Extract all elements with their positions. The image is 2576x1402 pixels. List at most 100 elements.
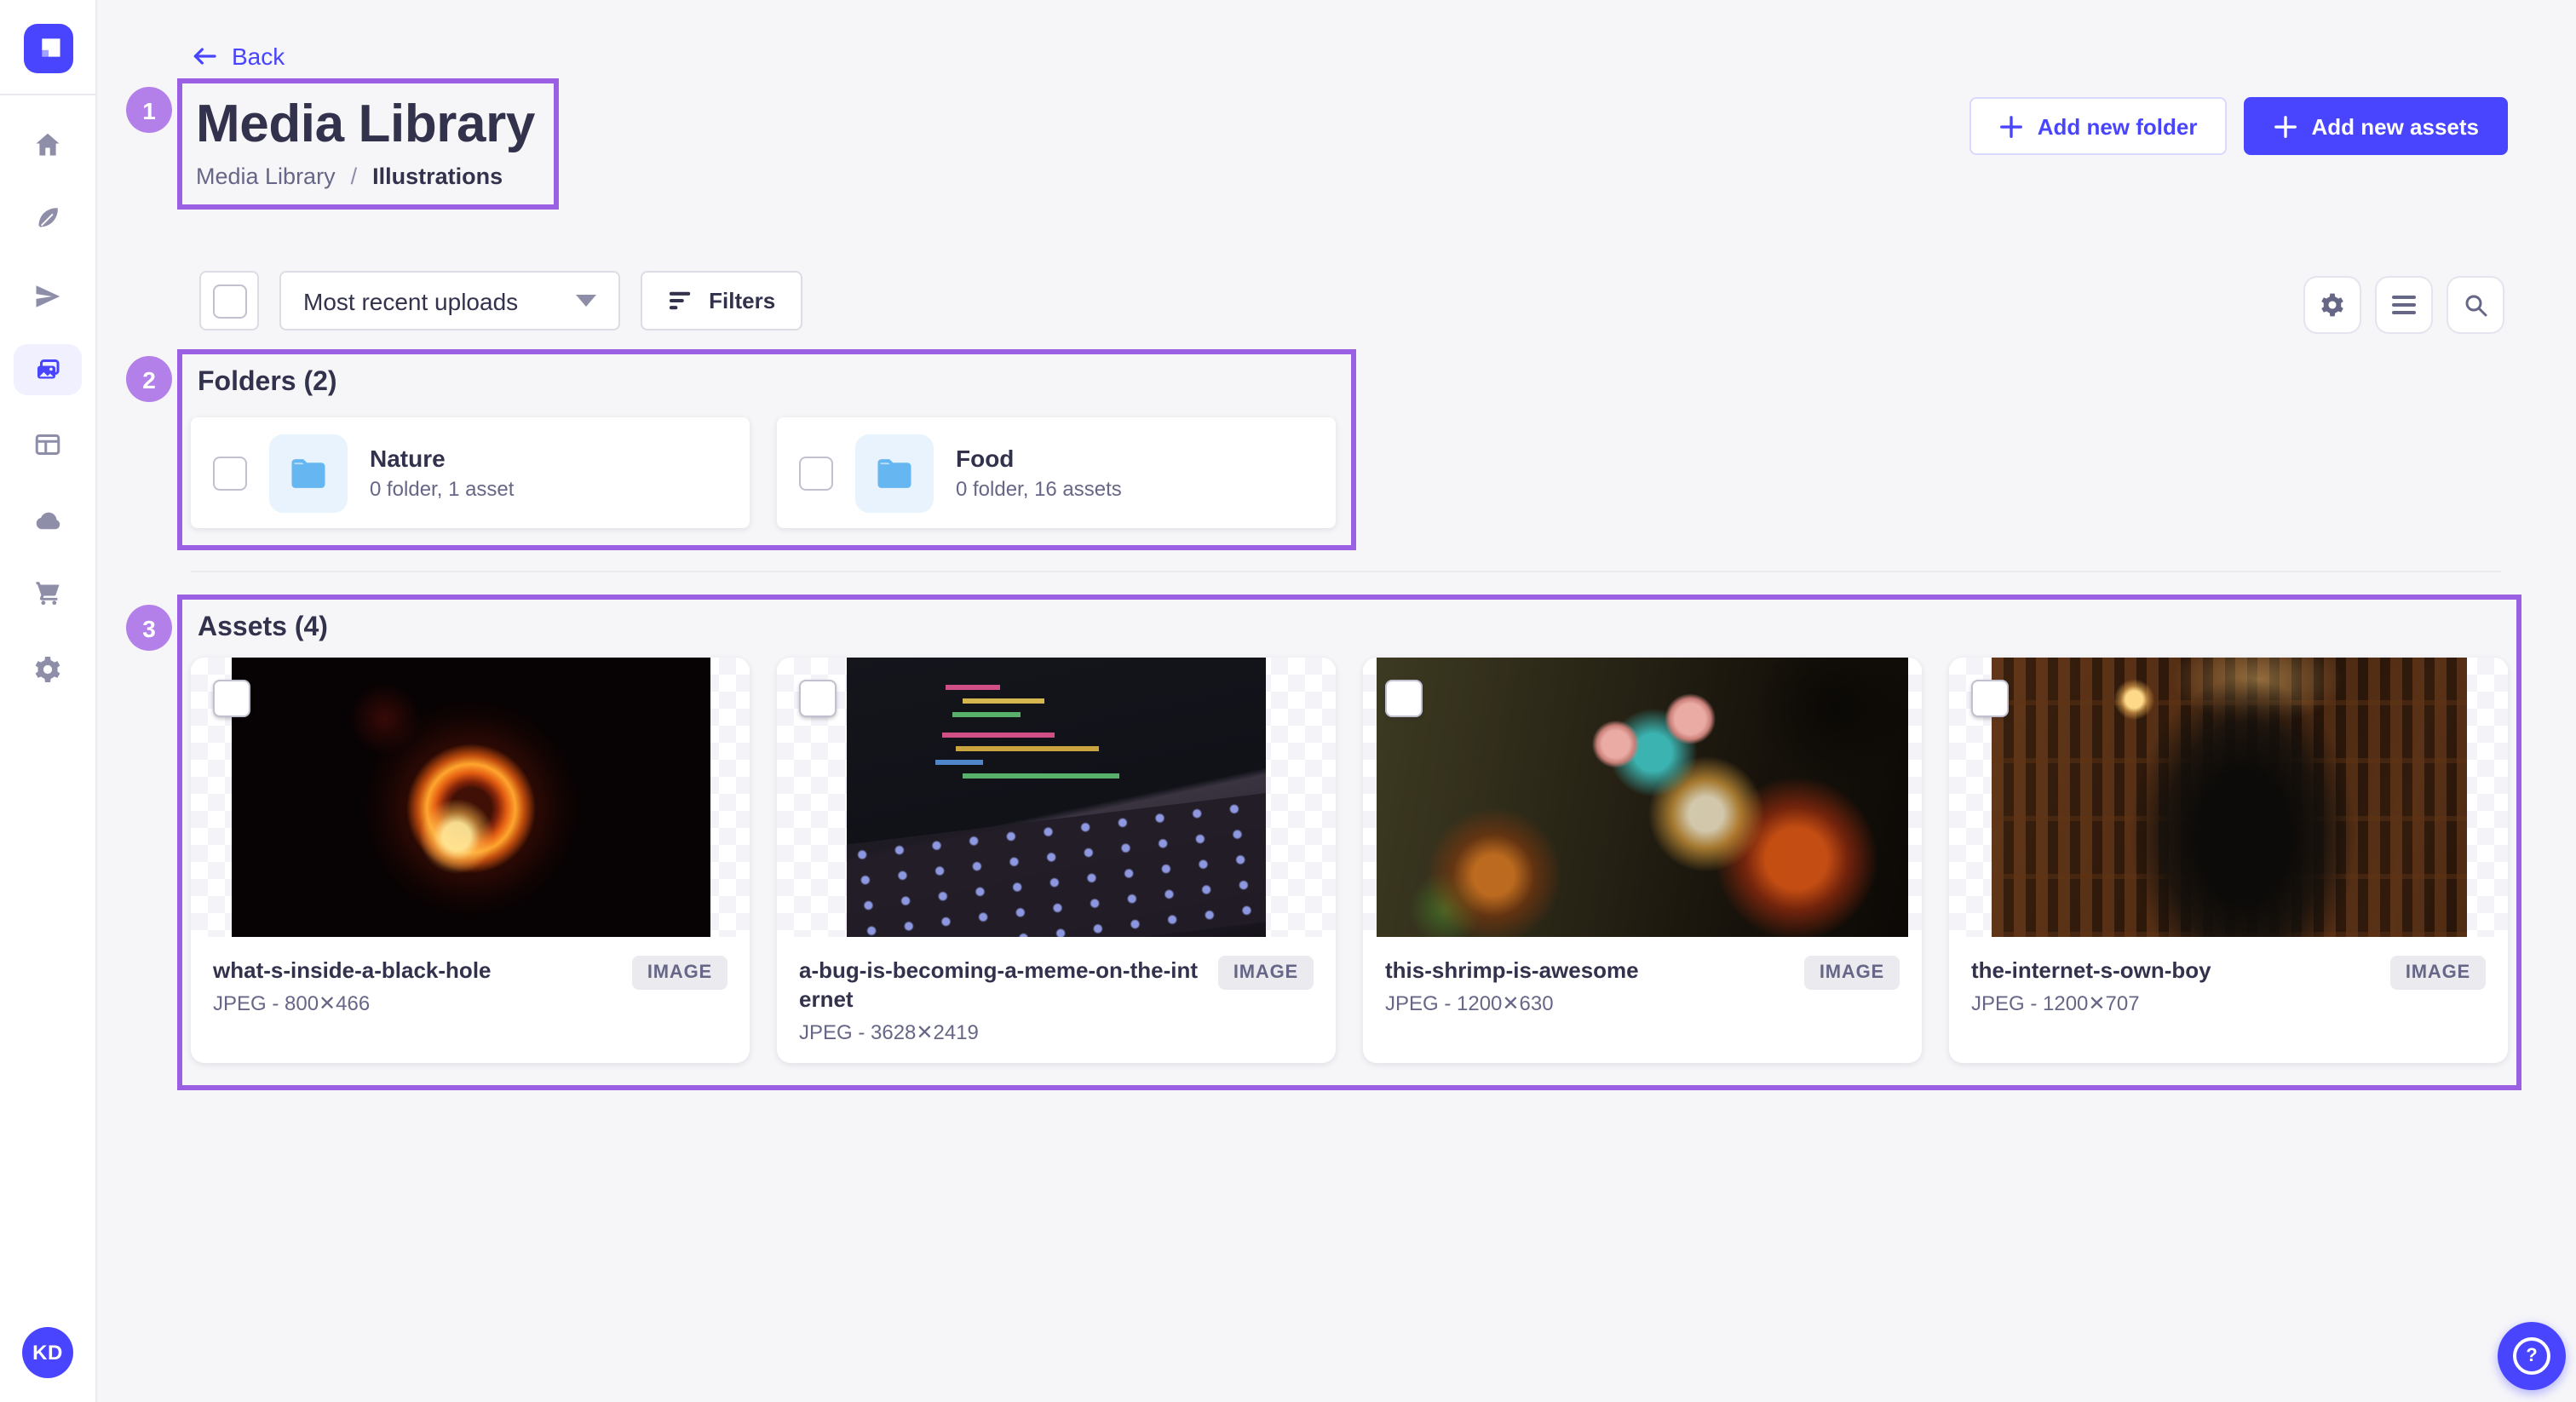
asset-meta: JPEG - 800✕466 <box>213 991 492 1015</box>
annotation-badge-1: 1 <box>126 87 172 133</box>
asset-meta: JPEG - 3628✕2419 <box>799 1020 1201 1044</box>
asset-media <box>1949 658 2508 937</box>
layout-icon <box>32 429 63 460</box>
asset-type-badge: IMAGE <box>2390 956 2486 990</box>
cloud-icon <box>32 503 64 536</box>
sidebar: KD <box>0 0 97 1402</box>
sort-value: Most recent uploads <box>303 287 518 314</box>
list-view-button[interactable] <box>2375 276 2433 334</box>
annotation-box-title: Media Library Media Library / Illustrati… <box>177 78 559 210</box>
home-icon <box>32 129 63 160</box>
question-mark-icon: ? <box>2513 1337 2550 1375</box>
search-icon <box>2462 291 2489 319</box>
asset-meta: JPEG - 1200✕630 <box>1385 991 1639 1015</box>
select-all-button[interactable] <box>199 271 259 330</box>
asset-card-bug-meme[interactable]: a-bug-is-becoming-a-meme-on-the-internet… <box>777 658 1336 1063</box>
sidebar-item-content-type-builder[interactable] <box>0 269 95 324</box>
folder-checkbox[interactable] <box>799 456 833 490</box>
asset-thumbnail-library <box>1991 658 2466 937</box>
section-divider <box>191 571 2501 572</box>
folder-info: Nature 0 folder, 1 asset <box>370 445 514 501</box>
feather-icon <box>32 203 63 233</box>
asset-type-badge: IMAGE <box>632 956 727 990</box>
sidebar-item-content-manager[interactable] <box>0 191 95 245</box>
add-new-folder-button[interactable]: Add new folder <box>1969 97 2227 155</box>
breadcrumb-current: Illustrations <box>372 164 503 189</box>
filters-button[interactable]: Filters <box>641 271 802 330</box>
media-library-page: KD Back 1 Media Library Media Library / … <box>0 0 2576 1402</box>
asset-checkbox[interactable] <box>799 680 837 717</box>
asset-name: a-bug-is-becoming-a-meme-on-the-internet <box>799 956 1201 1014</box>
images-icon <box>32 354 63 385</box>
strapi-logo-icon <box>24 24 73 73</box>
sidebar-item-purchase[interactable] <box>0 566 95 620</box>
breadcrumb-separator: / <box>351 164 358 189</box>
breadcrumb-root[interactable]: Media Library <box>196 164 336 189</box>
view-settings-button[interactable] <box>2303 276 2361 334</box>
folders-heading: Folders (2) <box>191 368 1336 399</box>
asset-info: the-internet-s-own-boy JPEG - 1200✕707 <box>1971 956 2211 1015</box>
list-toolbar: Most recent uploads Filters <box>199 271 802 330</box>
sidebar-item-settings[interactable] <box>0 642 95 697</box>
folder-name: Food <box>956 445 1122 472</box>
search-button[interactable] <box>2447 276 2504 334</box>
asset-footer: a-bug-is-becoming-a-meme-on-the-internet… <box>777 937 1336 1063</box>
asset-media <box>191 658 750 937</box>
cart-icon <box>32 577 63 608</box>
folder-meta: 0 folder, 1 asset <box>370 477 514 501</box>
asset-info: a-bug-is-becoming-a-meme-on-the-internet… <box>799 956 1201 1044</box>
asset-checkbox[interactable] <box>1385 680 1423 717</box>
back-label: Back <box>232 43 285 70</box>
sidebar-item-home[interactable] <box>0 118 95 172</box>
user-avatar[interactable]: KD <box>22 1327 73 1378</box>
folder-card-food[interactable]: Food 0 folder, 16 assets <box>777 417 1336 528</box>
plus-icon <box>2272 113 2297 139</box>
select-all-checkbox[interactable] <box>212 284 246 318</box>
asset-media <box>777 658 1336 937</box>
assets-section: Assets (4) what-s-inside-a-black-hole JP… <box>177 595 2521 1090</box>
back-link[interactable]: Back <box>191 43 285 70</box>
help-button[interactable]: ? <box>2498 1322 2566 1390</box>
active-pill <box>14 344 82 395</box>
asset-thumbnail-shrimp <box>1377 658 1908 937</box>
folder-icon <box>872 451 917 495</box>
sidebar-divider <box>0 94 95 95</box>
asset-checkbox[interactable] <box>1971 680 2009 717</box>
add-new-assets-label: Add new assets <box>2311 113 2479 139</box>
add-new-folder-label: Add new folder <box>2038 113 2198 139</box>
folder-card-nature[interactable]: Nature 0 folder, 1 asset <box>191 417 750 528</box>
sort-dropdown[interactable]: Most recent uploads <box>279 271 620 330</box>
sidebar-item-plugins[interactable] <box>0 417 95 472</box>
page-title: Media Library <box>196 92 535 157</box>
asset-row: what-s-inside-a-black-hole JPEG - 800✕46… <box>191 658 2508 1063</box>
asset-type-badge: IMAGE <box>1804 956 1900 990</box>
list-icon <box>2390 293 2418 317</box>
plus-icon <box>1998 113 2024 139</box>
add-new-assets-button[interactable]: Add new assets <box>2243 97 2508 155</box>
folders-section: Folders (2) Nature 0 folder, 1 asset <box>177 349 1356 550</box>
header-actions: Add new folder Add new assets <box>1969 97 2508 155</box>
folder-name: Nature <box>370 445 514 472</box>
asset-checkbox[interactable] <box>213 680 250 717</box>
asset-name: the-internet-s-own-boy <box>1971 956 2211 985</box>
asset-media <box>1363 658 1922 937</box>
asset-footer: the-internet-s-own-boy JPEG - 1200✕707 I… <box>1949 937 2508 1063</box>
asset-thumbnail-laptop-code <box>847 658 1266 937</box>
assets-heading: Assets (4) <box>191 613 2508 644</box>
folder-meta: 0 folder, 16 assets <box>956 477 1122 501</box>
filter-icon <box>668 290 693 312</box>
strapi-logo[interactable] <box>24 24 73 73</box>
folder-checkbox[interactable] <box>213 456 247 490</box>
sidebar-item-marketplace[interactable] <box>0 492 95 547</box>
gear-icon <box>32 654 63 685</box>
asset-card-internet-own-boy[interactable]: the-internet-s-own-boy JPEG - 1200✕707 I… <box>1949 658 2508 1063</box>
asset-card-shrimp[interactable]: this-shrimp-is-awesome JPEG - 1200✕630 I… <box>1363 658 1922 1063</box>
view-actions <box>2303 276 2504 334</box>
sidebar-item-media-library[interactable] <box>0 342 95 397</box>
annotation-badge-2: 2 <box>126 356 172 402</box>
asset-card-black-hole[interactable]: what-s-inside-a-black-hole JPEG - 800✕46… <box>191 658 750 1063</box>
folder-icon-container <box>269 434 348 512</box>
folder-row: Nature 0 folder, 1 asset Food 0 folder, … <box>191 417 1336 528</box>
asset-info: this-shrimp-is-awesome JPEG - 1200✕630 <box>1385 956 1639 1015</box>
paper-plane-icon <box>32 281 63 312</box>
